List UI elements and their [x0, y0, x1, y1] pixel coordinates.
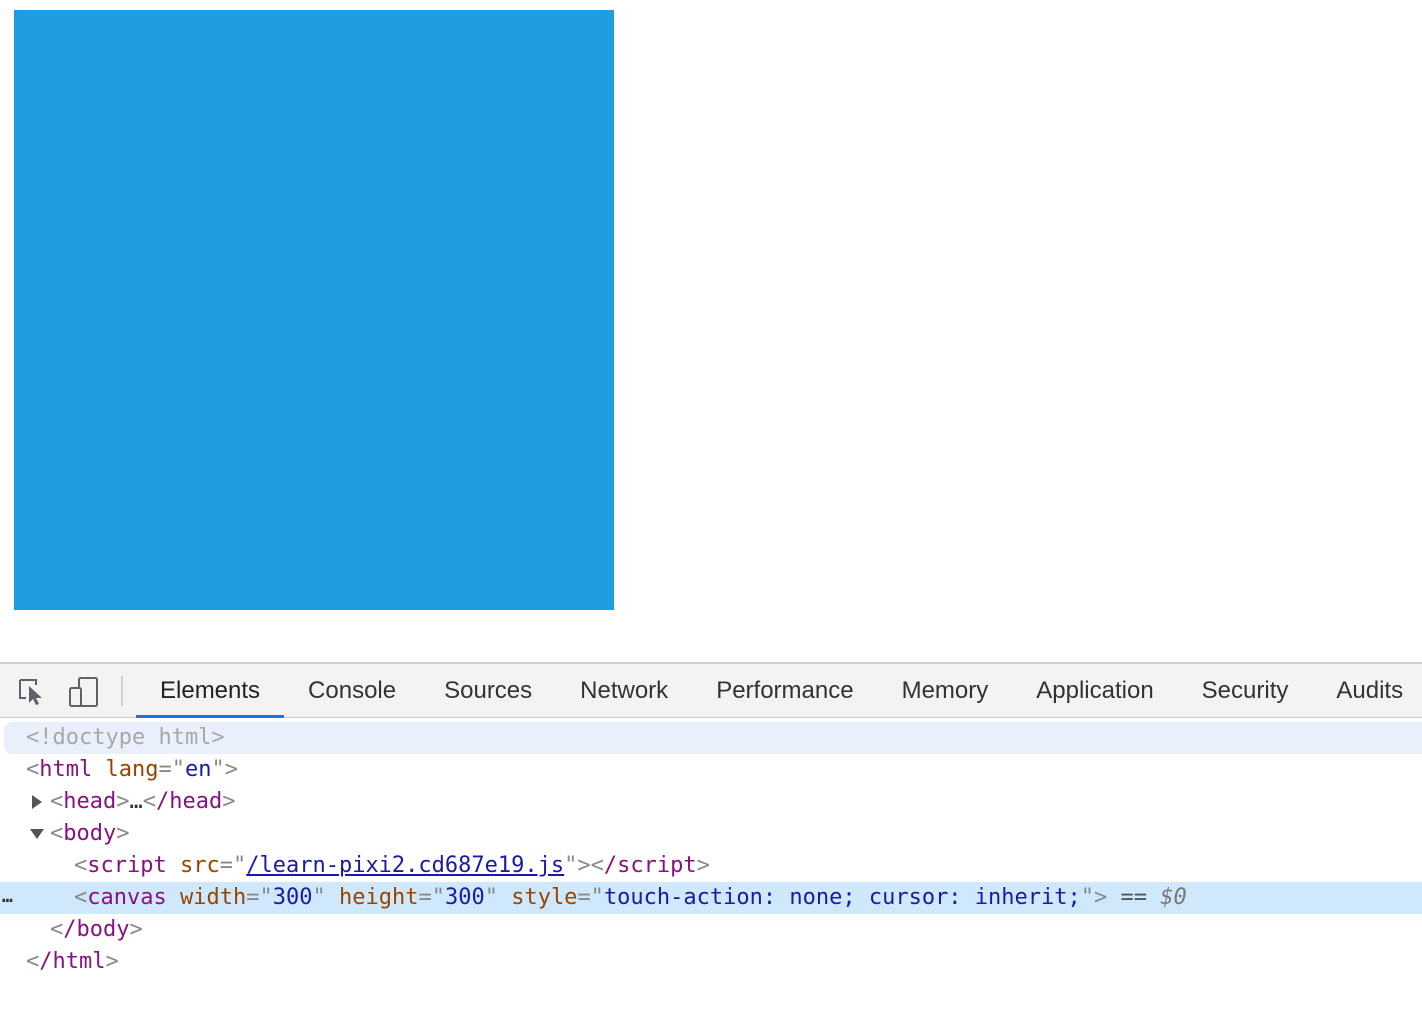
dom-node-body-close[interactable]: </body> — [0, 914, 1422, 946]
tag-name: /body — [63, 917, 130, 942]
attr-value: 300 — [272, 885, 313, 910]
dom-node-html-close[interactable]: </html> — [0, 946, 1422, 978]
attr-name: lang — [105, 757, 159, 782]
dom-node-body[interactable]: <body> — [0, 818, 1422, 850]
attr-name: height — [338, 885, 419, 910]
toolbar-divider — [121, 676, 123, 706]
bracket: > — [129, 917, 143, 942]
bracket: "> — [1080, 885, 1108, 910]
tab-sources[interactable]: Sources — [420, 664, 556, 717]
pixi-canvas[interactable] — [14, 10, 614, 610]
bracket: "> — [211, 757, 238, 782]
bracket: ">< — [564, 853, 604, 878]
tag-name: html — [39, 757, 93, 782]
bracket: < — [50, 821, 64, 846]
dom-node-html[interactable]: <html lang="en"> — [0, 754, 1422, 786]
bracket: < — [50, 789, 64, 814]
tag-name: body — [63, 821, 117, 846]
bracket: < — [74, 885, 88, 910]
bracket: > — [696, 853, 710, 878]
devtools-tabs: Elements Console Sources Network Performance… — [136, 664, 1422, 718]
attr-eq: =" — [246, 885, 273, 910]
inspect-element-icon[interactable] — [16, 676, 48, 708]
dom-node-head[interactable]: <head>…</head> — [0, 786, 1422, 818]
bracket: < — [26, 949, 40, 974]
bracket: < — [74, 853, 88, 878]
tag-name: script — [87, 853, 167, 878]
bracket: > — [116, 789, 130, 814]
dom-tree: <!doctype html> <html lang="en"> <head>…… — [0, 722, 1422, 978]
dom-node-doctype[interactable]: <!doctype html> — [4, 722, 1422, 754]
attr-name: src — [179, 853, 220, 878]
attr-name: width — [179, 885, 247, 910]
collapse-triangle-icon[interactable] — [30, 829, 44, 839]
tag-name: /script — [603, 853, 697, 878]
node-actions-ellipsis[interactable]: … — [2, 882, 14, 912]
attr-eq: =" — [418, 885, 445, 910]
attr-eq: =" — [577, 885, 604, 910]
bracket: < — [142, 789, 156, 814]
selected-marker: == — [1120, 885, 1148, 910]
attr-eq: =" — [219, 853, 247, 878]
tab-elements[interactable]: Elements — [136, 664, 285, 718]
devtools-toolbar: Elements Console Sources Network Performance… — [0, 664, 1422, 718]
tab-console[interactable]: Console — [284, 664, 420, 717]
tag-name: head — [63, 789, 117, 814]
dom-node-script[interactable]: <script src="/learn-pixi2.cd687e19.js"><… — [0, 850, 1422, 882]
bracket: < — [26, 757, 40, 782]
dom-node-canvas[interactable]: … <canvas width="300" height="300" style=… — [0, 882, 1422, 914]
attr-value: touch-action: none; cursor: inherit; — [603, 885, 1081, 910]
tab-application[interactable]: Application — [1012, 664, 1177, 717]
doctype-text: <!doctype html> — [26, 725, 225, 750]
bracket: > — [105, 949, 119, 974]
script-src-link[interactable]: /learn-pixi2.cd687e19.js — [246, 853, 564, 878]
tab-memory[interactable]: Memory — [878, 664, 1013, 717]
attr-value: 300 — [444, 885, 485, 910]
bracket: " — [484, 885, 498, 910]
attr-value: en — [184, 757, 212, 782]
collapsed-ellipsis[interactable]: … — [129, 789, 142, 814]
tab-security[interactable]: Security — [1178, 664, 1313, 717]
tab-network[interactable]: Network — [556, 664, 692, 717]
tag-name: /html — [39, 949, 106, 974]
bracket: < — [50, 917, 64, 942]
attr-name: style — [511, 885, 578, 910]
tag-name: /head — [155, 789, 223, 814]
bracket: > — [116, 821, 130, 846]
bracket: " — [312, 885, 326, 910]
bracket: > — [222, 789, 236, 814]
tag-name: canvas — [87, 885, 167, 910]
tab-audits[interactable]: Audits — [1312, 664, 1422, 717]
devtools-panel: Elements Console Sources Network Performance… — [0, 662, 1422, 1030]
device-toolbar-icon[interactable] — [68, 676, 100, 708]
tab-performance[interactable]: Performance — [692, 664, 877, 717]
attr-eq: =" — [158, 757, 185, 782]
console-ref: $0 — [1160, 885, 1187, 910]
expand-triangle-icon[interactable] — [32, 795, 42, 809]
page-viewport — [0, 0, 1422, 662]
